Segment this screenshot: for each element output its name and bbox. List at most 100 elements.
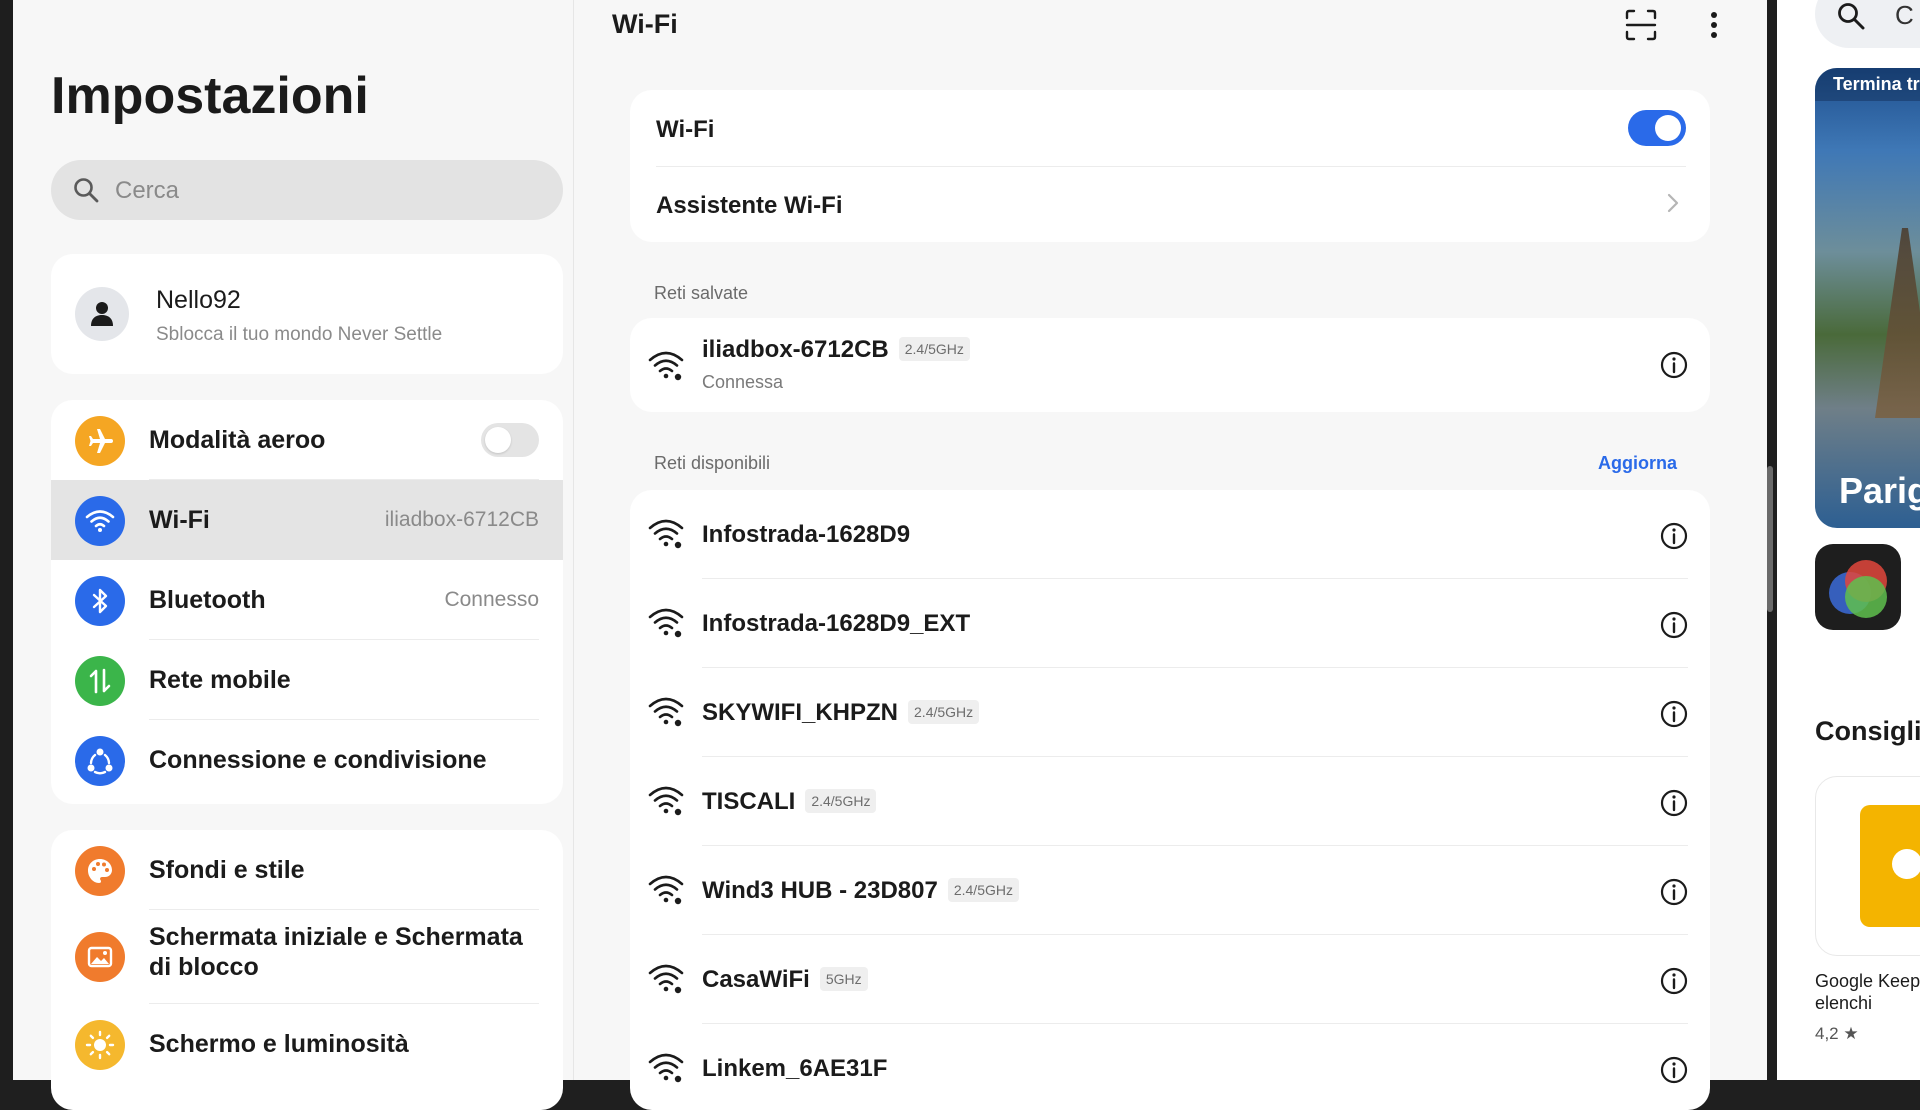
network-row[interactable]: Infostrada-1628D9 (630, 490, 1710, 579)
wifi-signal-icon (648, 1053, 684, 1083)
app-icon[interactable] (1815, 544, 1901, 630)
page-title: Impostazioni (51, 67, 369, 125)
settings-item-label: Modalità aeroo (149, 426, 326, 454)
split-screen-handle[interactable] (1767, 466, 1773, 612)
network-ssid: Infostrada-1628D9_EXT (702, 579, 970, 668)
wifi-toggle-row[interactable]: Wi-Fi (630, 90, 1710, 166)
banner-title: Parig (1839, 470, 1920, 511)
wifi-page-title: Wi-Fi (612, 9, 678, 39)
style-settings-group: Sfondi e stile Schermata iniziale e Sche… (51, 830, 563, 1110)
settings-item-value: iliadbox-6712CB (384, 508, 539, 531)
scan-qr-icon[interactable] (1624, 8, 1658, 42)
network-name: SKYWIFI_KHPZN (702, 699, 899, 726)
wifi-panel: Wi-Fi Wi-Fi Assistente Wi-Fi Reti salvat… (574, 0, 1767, 1110)
network-name: Infostrada-1628D9_EXT (702, 610, 971, 637)
airplane-icon (75, 416, 125, 466)
network-name: iliadbox-6712CB (702, 336, 889, 363)
info-icon[interactable] (1660, 789, 1688, 817)
airplane-mode-toggle[interactable] (481, 423, 539, 457)
bluetooth-icon (75, 576, 125, 626)
settings-item-mobile-network[interactable]: Rete mobile (51, 640, 563, 720)
network-name: TISCALI (702, 788, 796, 815)
saved-networks-card: iliadbox-6712CB 2.4/5GHz Connessa (630, 318, 1710, 412)
settings-item-wifi[interactable]: Wi-Fi iliadbox-6712CB (51, 480, 563, 560)
network-ssid: iliadbox-6712CB 2.4/5GHz (702, 334, 970, 366)
info-icon[interactable] (1660, 522, 1688, 550)
search-icon (74, 178, 99, 203)
settings-item-label: Bluetooth (149, 586, 266, 614)
network-name: Linkem_6AE31F (702, 1055, 888, 1082)
wifi-assistant-label: Assistente Wi-Fi (656, 192, 843, 219)
saved-networks-header: Reti salvate (654, 283, 749, 303)
network-ssid: CasaWiFi 5GHz (702, 935, 868, 1024)
featured-banner[interactable]: Termina tr Parig (1815, 68, 1920, 528)
network-ssid: Linkem_6AE31F (702, 1024, 887, 1110)
info-icon[interactable] (1660, 700, 1688, 728)
available-networks-header: Reti disponibili (654, 453, 771, 473)
app-name: Google Keep elenchi (1815, 971, 1920, 1013)
settings-item-label: Schermata iniziale e Schermata di blocco (149, 923, 523, 981)
network-name: Wind3 HUB - 23D807 (702, 877, 938, 904)
band-badge: 5GHz (819, 966, 868, 991)
network-ssid: SKYWIFI_KHPZN 2.4/5GHz (702, 668, 980, 757)
saved-network-row[interactable]: iliadbox-6712CB 2.4/5GHz Connessa (630, 318, 1710, 412)
person-icon (91, 302, 113, 326)
info-icon[interactable] (1660, 878, 1688, 906)
settings-item-label: Rete mobile (149, 666, 291, 694)
network-ssid: Wind3 HUB - 23D807 2.4/5GHz (702, 846, 1019, 935)
wifi-main-card: Wi-Fi Assistente Wi-Fi (630, 90, 1710, 242)
wifi-signal-icon (648, 875, 684, 905)
settings-item-label: Schermo e luminosità (149, 1030, 409, 1058)
network-row[interactable]: TISCALI 2.4/5GHz (630, 757, 1710, 846)
network-row[interactable]: CasaWiFi 5GHz (630, 935, 1710, 1024)
refresh-button[interactable]: Aggiorna (1598, 453, 1677, 474)
wifi-signal-icon (648, 519, 684, 549)
wifi-toggle[interactable] (1628, 110, 1686, 146)
search-input[interactable] (113, 160, 537, 222)
settings-panel: Impostazioni Nello92 Sblocca il tuo mond… (13, 0, 573, 1110)
store-search-bar[interactable]: C (1815, 0, 1920, 48)
band-badge: 2.4/5GHz (947, 877, 1019, 902)
network-row[interactable]: SKYWIFI_KHPZN 2.4/5GHz (630, 668, 1710, 757)
settings-item-home-lock-screen[interactable]: Schermata iniziale e Schermata di blocco (51, 910, 563, 1004)
play-store-panel: C Termina tr Parig Consigli Google Keep … (1777, 0, 1920, 1080)
share-icon (75, 736, 125, 786)
info-icon[interactable] (1660, 967, 1688, 995)
settings-item-label: Sfondi e stile (149, 856, 305, 884)
wifi-icon (75, 496, 125, 546)
settings-item-bluetooth[interactable]: Bluetooth Connesso (51, 560, 563, 640)
keep-icon (1860, 805, 1920, 927)
image-icon (75, 932, 125, 982)
network-name: Infostrada-1628D9 (702, 521, 911, 548)
settings-item-display-brightness[interactable]: Schermo e luminosità (51, 1004, 563, 1084)
wifi-signal-icon (648, 608, 684, 638)
app-card[interactable] (1815, 776, 1920, 956)
available-networks-card: Infostrada-1628D9 Infostrada-1628D9_EXT SK… (630, 490, 1710, 1110)
store-search-text: C (1895, 0, 1914, 30)
banner-image (1875, 228, 1920, 418)
network-row[interactable]: Wind3 HUB - 23D807 2.4/5GHz (630, 846, 1710, 935)
network-ssid: TISCALI 2.4/5GHz (702, 757, 877, 846)
search-bar[interactable] (51, 160, 563, 222)
section-title: Consigli (1815, 716, 1920, 746)
network-row[interactable]: Linkem_6AE31F (630, 1024, 1710, 1110)
network-row[interactable]: Infostrada-1628D9_EXT (630, 579, 1710, 668)
info-icon[interactable] (1660, 351, 1688, 379)
wifi-signal-icon (648, 786, 684, 816)
wifi-assistant-row[interactable]: Assistente Wi-Fi (630, 166, 1710, 242)
wifi-signal-icon (648, 964, 684, 994)
connection-status: Connessa (702, 372, 784, 392)
app-rating: 4,2 ★ (1815, 1024, 1859, 1043)
account-name: Nello92 (156, 286, 241, 314)
settings-item-connection-sharing[interactable]: Connessione e condivisione (51, 720, 563, 800)
window-frame (0, 0, 13, 1080)
info-icon[interactable] (1660, 611, 1688, 639)
wifi-toggle-label: Wi-Fi (656, 116, 715, 143)
more-options-icon[interactable] (1704, 8, 1724, 42)
settings-item-airplane-mode[interactable]: Modalità aeroo (51, 400, 563, 480)
wifi-signal-icon (648, 351, 684, 381)
chevron-right-icon (1667, 193, 1679, 213)
account-card[interactable]: Nello92 Sblocca il tuo mondo Never Settl… (51, 254, 563, 374)
banner-tag: Termina tr (1815, 68, 1920, 101)
settings-item-wallpaper-style[interactable]: Sfondi e stile (51, 830, 563, 910)
